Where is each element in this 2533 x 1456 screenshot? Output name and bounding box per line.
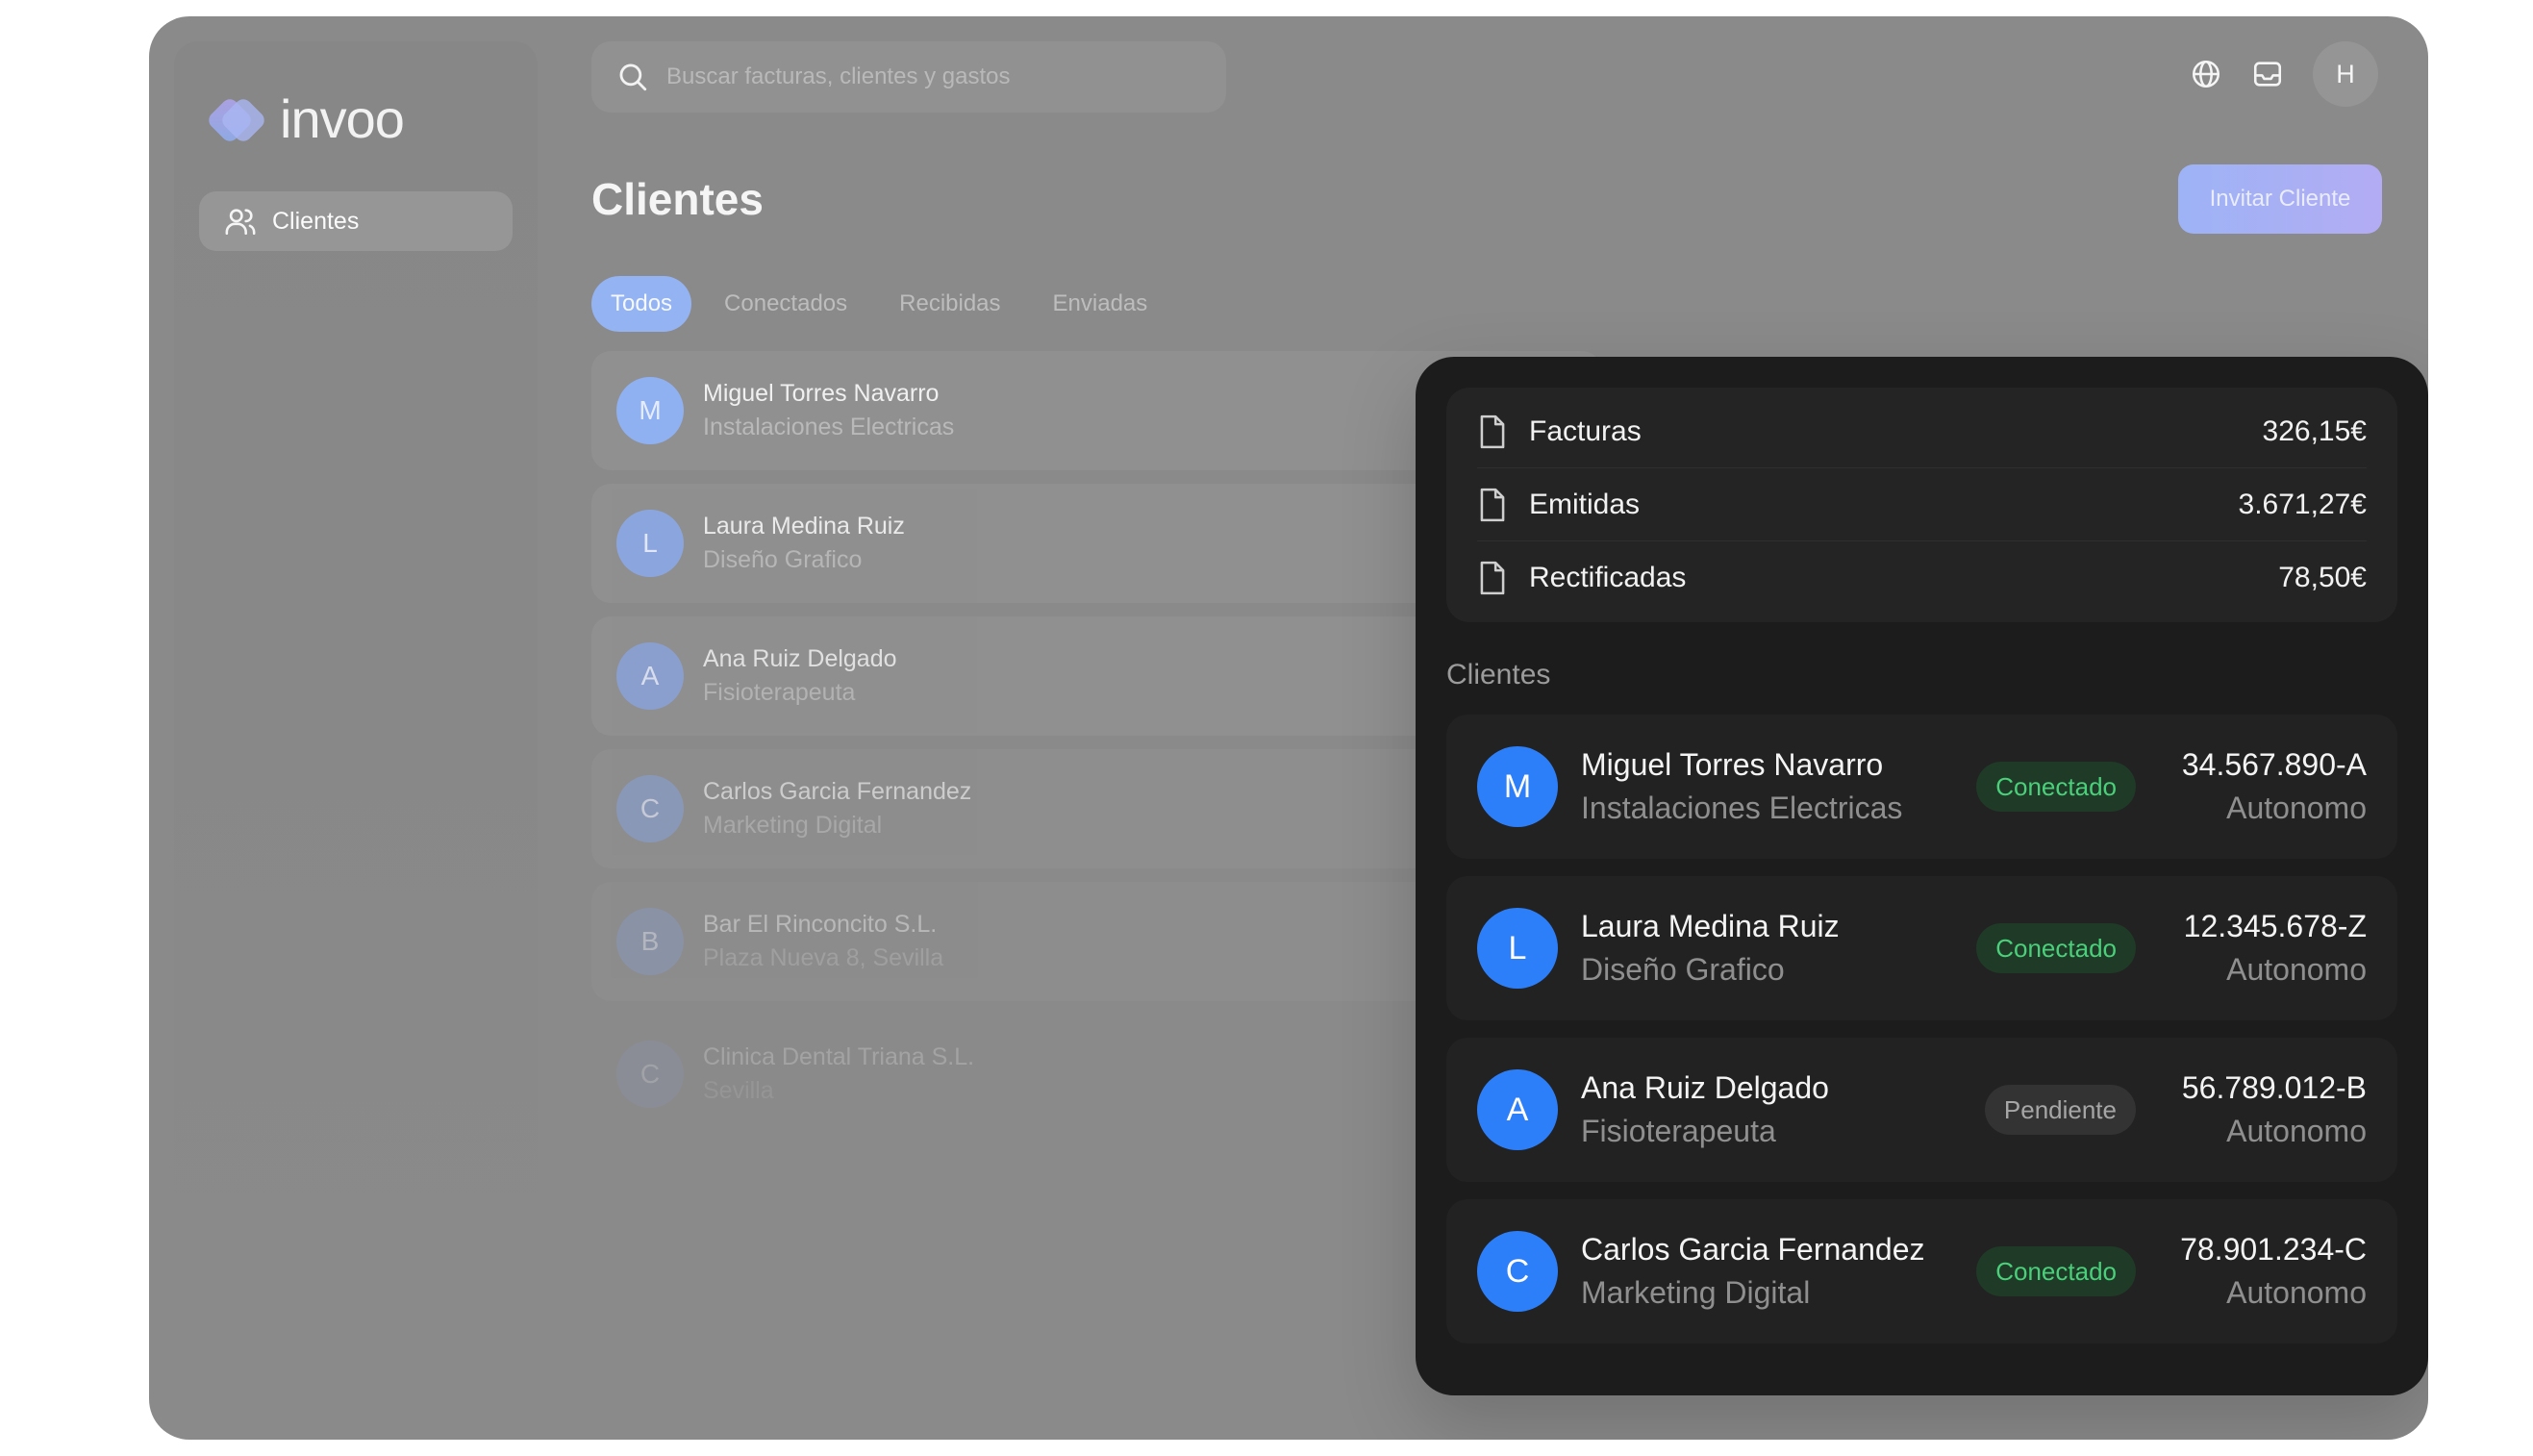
stat-label: Facturas — [1529, 414, 1642, 447]
section-title: Clientes — [1446, 659, 1551, 690]
client-type: Autonomo — [2226, 1275, 2367, 1310]
client-name: Ana Ruiz Delgado — [1581, 1070, 1829, 1105]
client-subtitle: Diseño Grafico — [703, 546, 863, 573]
inbox-button[interactable] — [2251, 58, 2284, 90]
document-icon — [1477, 414, 1510, 450]
client-row[interactable]: M Miguel Torres Navarro Instalaciones Ele… — [1446, 715, 2397, 859]
avatar: C — [1477, 1231, 1558, 1312]
sidebar-item-label: Clientes — [272, 207, 360, 235]
stat-row[interactable]: Facturas 326,15€ — [1477, 395, 2367, 468]
client-subtitle: Marketing Digital — [703, 812, 883, 839]
status-badge: Pendiente — [1984, 1085, 2136, 1135]
stat-row[interactable]: Rectificadas 78,50€ — [1477, 541, 2367, 615]
client-name: Ana Ruiz Delgado — [703, 645, 897, 672]
client-type: Autonomo — [2226, 952, 2367, 987]
user-avatar[interactable]: H — [2313, 41, 2378, 107]
globe-icon — [2192, 60, 2220, 88]
client-subtitle: Instalaciones Electricas — [703, 414, 955, 440]
avatar: A — [616, 642, 684, 710]
client-row[interactable]: A Ana Ruiz Delgado Fisioterapeuta Pendien… — [1446, 1038, 2397, 1182]
client-summary-card: Facturas 326,15€ Emitidas 3.671,27€ Rect… — [1416, 357, 2428, 1395]
search-icon — [619, 63, 647, 91]
client-subtitle: Fisioterapeuta — [1581, 1114, 1776, 1148]
logo-icon — [209, 98, 264, 141]
client-subtitle: Instalaciones Electricas — [1581, 791, 1903, 825]
document-icon — [1477, 560, 1510, 596]
client-name: Clinica Dental Triana S.L. — [703, 1043, 975, 1070]
client-row[interactable]: L Laura Medina Ruiz Diseño Grafico Conect… — [1446, 876, 2397, 1020]
client-type: Autonomo — [2226, 791, 2367, 825]
stat-value: 3.671,27€ — [2238, 488, 2367, 520]
client-type: Autonomo — [2226, 1114, 2367, 1148]
status-badge: Conectado — [1976, 923, 2136, 973]
filter-tabs: Todos Conectados Recibidas Enviadas — [591, 276, 1180, 332]
avatar: M — [1477, 746, 1558, 827]
avatar: C — [616, 1041, 684, 1108]
client-subtitle: Plaza Nueva 8, Sevilla — [703, 944, 944, 971]
stat-row[interactable]: Emitidas 3.671,27€ — [1477, 468, 2367, 541]
language-button[interactable] — [2190, 58, 2222, 90]
avatar: A — [1477, 1069, 1558, 1150]
avatar: L — [1477, 908, 1558, 989]
client-name: Laura Medina Ruiz — [1581, 909, 1840, 943]
tab-conectados[interactable]: Conectados — [705, 276, 866, 332]
client-nif: 78.901.234-C — [2180, 1232, 2367, 1267]
avatar: M — [616, 377, 684, 444]
client-nif: 12.345.678-Z — [2183, 909, 2367, 943]
client-name: Miguel Torres Navarro — [703, 380, 940, 407]
client-name: Laura Medina Ruiz — [703, 513, 905, 540]
inbox-icon — [2253, 62, 2282, 87]
client-subtitle: Sevilla — [703, 1077, 774, 1104]
users-icon — [225, 209, 256, 236]
client-nif: 34.567.890-A — [2181, 747, 2367, 782]
sidebar-item-clientes[interactable]: Clientes — [199, 191, 513, 251]
invoice-stats: Facturas 326,15€ Emitidas 3.671,27€ Rect… — [1446, 388, 2397, 622]
client-name: Miguel Torres Navarro — [1581, 747, 1884, 782]
client-nif: 56.789.012-B — [2181, 1070, 2367, 1105]
logo: invoo — [203, 88, 405, 150]
invite-client-button[interactable]: Invitar Cliente — [2178, 164, 2382, 234]
client-row[interactable]: C Carlos Garcia Fernandez Marketing Digit… — [1446, 1199, 2397, 1343]
avatar: L — [616, 510, 684, 577]
client-subtitle: Marketing Digital — [1581, 1275, 1811, 1310]
sidebar: invoo Clientes — [174, 41, 538, 1407]
client-name: Bar El Rinconcito S.L. — [703, 911, 938, 938]
avatar: B — [616, 908, 684, 975]
status-badge: Conectado — [1976, 762, 2136, 812]
tab-todos[interactable]: Todos — [591, 276, 692, 332]
stat-label: Rectificadas — [1529, 562, 1687, 593]
search-input[interactable]: Buscar facturas, clientes y gastos — [591, 41, 1226, 113]
status-badge: Conectado — [1976, 1246, 2136, 1296]
search-placeholder: Buscar facturas, clientes y gastos — [666, 63, 1011, 89]
client-name: Carlos Garcia Fernandez — [1581, 1232, 1925, 1267]
stat-label: Emitidas — [1529, 488, 1641, 520]
client-subtitle: Fisioterapeuta — [703, 679, 856, 706]
document-icon — [1477, 487, 1510, 523]
app-window: invoo Clientes Buscar facturas, clientes… — [149, 16, 2428, 1440]
tab-recibidas[interactable]: Recibidas — [880, 276, 1019, 332]
stat-value: 78,50€ — [2278, 562, 2367, 593]
page-title: Clientes — [591, 174, 764, 224]
client-subtitle: Diseño Grafico — [1581, 952, 1785, 987]
stat-value: 326,15€ — [2262, 414, 2367, 447]
brand-name: invoo — [280, 88, 405, 149]
header-actions: H — [2190, 41, 2378, 107]
avatar: C — [616, 775, 684, 842]
client-name: Carlos Garcia Fernandez — [703, 778, 972, 805]
tab-enviadas[interactable]: Enviadas — [1034, 276, 1167, 332]
